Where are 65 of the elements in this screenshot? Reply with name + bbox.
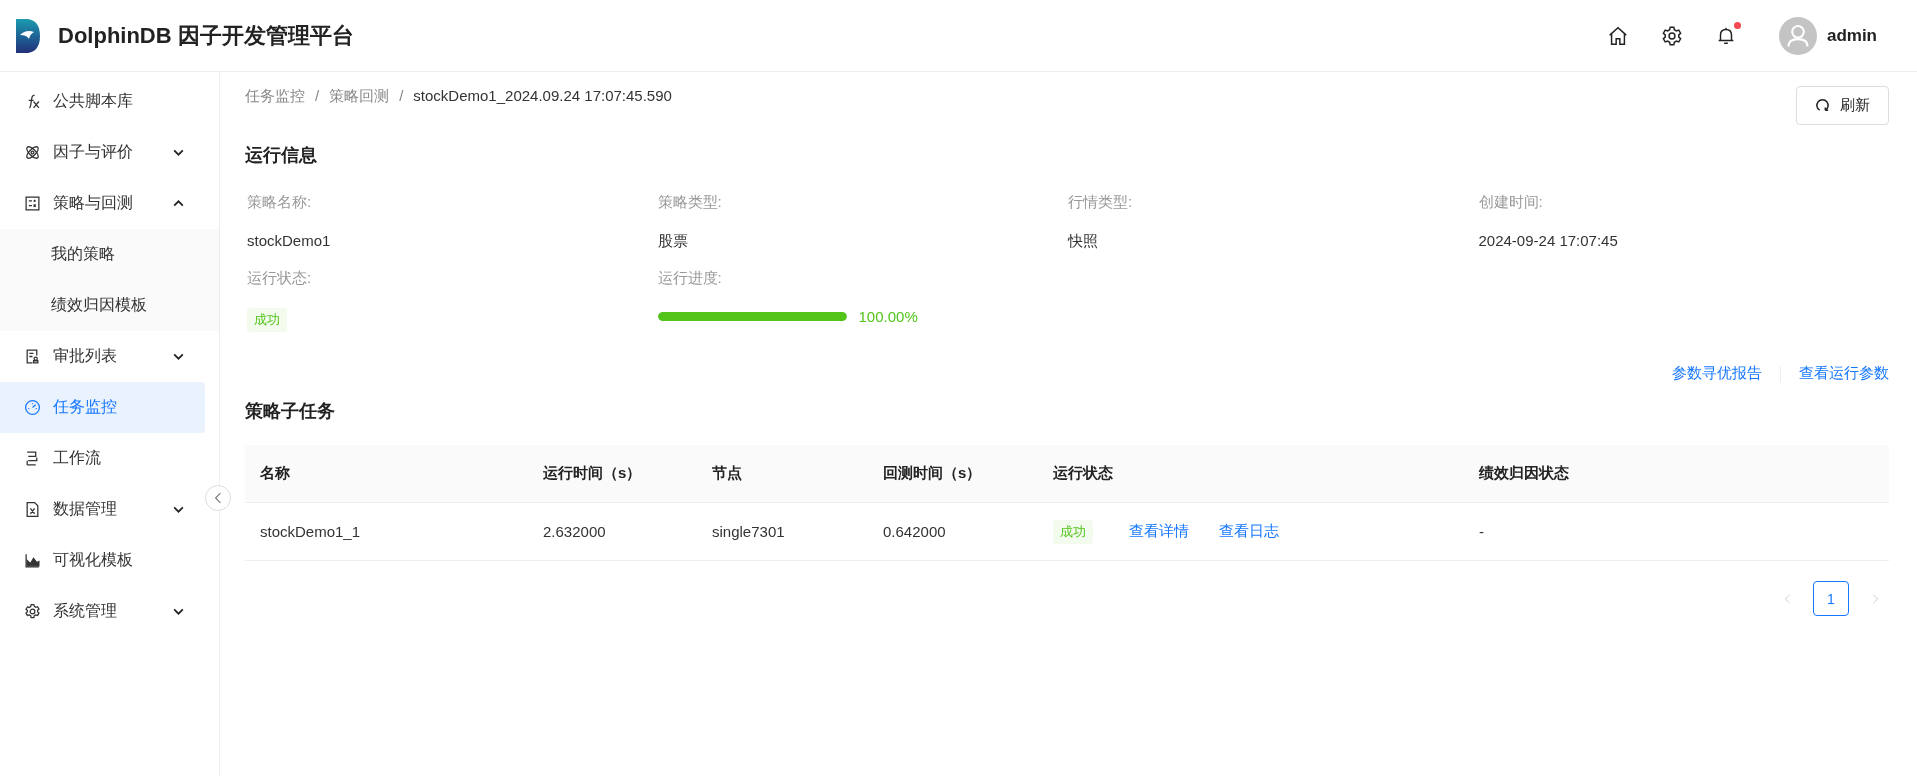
refresh-icon	[1815, 98, 1830, 113]
row-link[interactable]: 查看详情	[1129, 522, 1189, 541]
sidebar-item[interactable]: 因子与评价	[0, 127, 205, 178]
field-label: 策略类型:	[657, 193, 722, 212]
field-label: 策略名称:	[247, 193, 312, 212]
column-header: 回测时间（s）	[868, 445, 1038, 503]
atom-icon	[24, 144, 41, 161]
field-value: 快照	[1068, 232, 1098, 251]
table-cell: -	[1464, 502, 1889, 561]
chevron-left-icon	[1783, 593, 1791, 604]
action-link[interactable]: 参数寻优报告	[1672, 364, 1762, 383]
table-cell: stockDemo1_1	[245, 502, 528, 561]
chevron-left-icon	[214, 492, 222, 504]
progress-percent: 100.00%	[858, 308, 918, 325]
table-cell: 0.642000	[868, 502, 1038, 561]
collapse-button[interactable]	[205, 485, 231, 511]
field-label: 创建时间:	[1478, 193, 1543, 212]
breadcrumb-current: stockDemo1_2024.09.24 17:07:45.590	[413, 87, 672, 106]
sidebar-item[interactable]: 任务监控	[0, 382, 205, 433]
row-link[interactable]: 查看日志	[1219, 522, 1279, 541]
home-icon[interactable]	[1606, 24, 1629, 47]
breadcrumb-link[interactable]: 任务监控	[245, 87, 305, 106]
sidebar-item[interactable]: 策略与回测	[0, 178, 205, 229]
doc-icon	[24, 348, 41, 365]
sidebar-subitem[interactable]: 绩效归因模板	[0, 280, 219, 331]
breadcrumb-link[interactable]: 策略回测	[329, 87, 390, 106]
page-button[interactable]: 1	[1813, 581, 1849, 616]
username[interactable]: admin	[1826, 25, 1877, 46]
sidebar-item[interactable]: 系统管理	[0, 586, 205, 637]
sidebar-item[interactable]: 审批列表	[0, 331, 205, 382]
calc-icon	[24, 195, 41, 212]
field-value: stockDemo1	[247, 232, 331, 249]
breadcrumb-separator: /	[315, 87, 320, 106]
refresh-button[interactable]: 刷新	[1796, 86, 1889, 125]
logo-icon	[14, 16, 42, 55]
column-header: 绩效归因状态	[1464, 445, 1889, 503]
sidebar-item[interactable]: 数据管理	[0, 484, 205, 535]
breadcrumb-separator: /	[399, 87, 404, 106]
section-title: 运行信息	[245, 144, 318, 167]
field-value: 2024-09-24 17:07:45	[1478, 232, 1618, 249]
column-header: 运行状态	[1038, 445, 1464, 503]
field-label: 运行进度:	[657, 269, 722, 288]
sidebar-subitem[interactable]: 我的策略	[0, 229, 219, 280]
gear-icon	[24, 603, 41, 620]
sidebar-item[interactable]: 工作流	[0, 433, 205, 484]
field-label: 行情类型:	[1068, 193, 1133, 212]
column-header: 节点	[697, 445, 868, 503]
action-link[interactable]: 查看运行参数	[1799, 364, 1889, 383]
status-tag: 成功	[1053, 519, 1093, 544]
gauge-icon	[24, 399, 41, 416]
column-header: 运行时间（s）	[528, 445, 697, 503]
field-value: 股票	[657, 232, 688, 251]
table-cell: single7301	[697, 502, 868, 561]
settings-icon[interactable]	[1660, 24, 1683, 47]
field-label: 运行状态:	[247, 269, 312, 288]
table-cell: 2.632000	[528, 502, 697, 561]
app-title: DolphinDB 因子开发管理平台	[58, 21, 354, 50]
avatar-icon[interactable]	[1778, 16, 1817, 55]
chevron-right-icon	[1871, 593, 1879, 604]
sidebar-item[interactable]: 公共脚本库	[0, 76, 205, 127]
status-tag: 成功	[247, 308, 287, 332]
column-header: 名称	[245, 445, 528, 503]
chart-icon	[24, 552, 41, 569]
section-title: 策略子任务	[245, 400, 336, 423]
sidebar-item[interactable]: 可视化模板	[0, 535, 205, 586]
